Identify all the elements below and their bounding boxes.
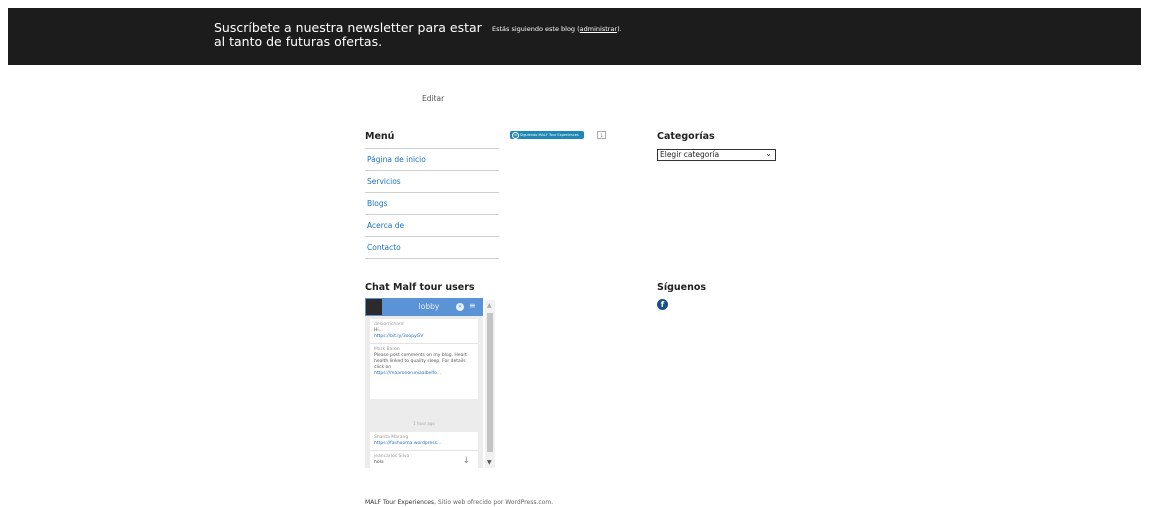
- scrollbar-thumb[interactable]: [487, 313, 493, 452]
- scroll-up-icon[interactable]: ▲: [487, 302, 492, 309]
- chat-widget: lobby ✕ ≡ desiorrichard Hi... https://bi…: [365, 298, 497, 468]
- message-link[interactable]: https://bit.ly/3oopyGV: [374, 334, 474, 340]
- message-group: Shanta Marang https://fashuoma.wordpress…: [370, 432, 478, 468]
- chat-message: Shanta Marang https://fashuoma.wordpress…: [370, 432, 478, 450]
- menu-icon[interactable]: ≡: [469, 301, 476, 310]
- message-text: hola: [374, 460, 384, 465]
- menu-item-about[interactable]: Acerca de: [365, 214, 499, 236]
- menu-title: Menú: [365, 131, 395, 142]
- chat-messages[interactable]: desiorrichard Hi... https://bit.ly/3oopy…: [365, 316, 483, 468]
- message-link[interactable]: https://fashuoma.wordpress...: [374, 441, 474, 447]
- chevron-down-icon: ⌄: [765, 149, 772, 158]
- chat-message: Mark Baron Please post comments on my bl…: [370, 344, 478, 380]
- footer-site-link[interactable]: MALF Tour Experiences: [365, 499, 434, 506]
- wordpress-icon: W: [512, 132, 519, 139]
- following-suffix: ).: [617, 25, 622, 33]
- following-prefix: Estás siguiendo este blog (: [492, 25, 580, 33]
- chat-message: jeancarlos Silva hola ↓: [370, 451, 478, 469]
- menu-list: Página de inicio Servicios Blogs Acerca …: [365, 148, 499, 259]
- edit-link[interactable]: Editar: [422, 94, 444, 103]
- avatar: [366, 299, 382, 315]
- facebook-icon[interactable]: f: [657, 299, 668, 310]
- menu-item-contact[interactable]: Contacto: [365, 236, 499, 259]
- following-button-label: Siguiendo MALF Tour Experiences: [520, 133, 579, 137]
- following-button[interactable]: W Siguiendo MALF Tour Experiences: [510, 131, 584, 139]
- message-text: Please post comments on my blog. Heart h…: [374, 353, 467, 370]
- newsletter-text: Suscríbete a nuestra newsletter para est…: [214, 20, 482, 49]
- menu-item-home[interactable]: Página de inicio: [365, 148, 499, 170]
- top-banner: Suscríbete a nuestra newsletter para est…: [8, 8, 1141, 65]
- message-link[interactable]: https://maaronoruniaalbelfo...: [374, 371, 474, 377]
- social-title: Síguenos: [657, 282, 707, 293]
- following-notice: Estás siguiendo este blog (administrar).: [492, 25, 622, 33]
- menu-item-blogs[interactable]: Blogs: [365, 192, 499, 214]
- time-separator: 1 hour ago: [413, 421, 435, 426]
- manage-link[interactable]: administrar: [580, 25, 617, 33]
- category-select[interactable]: Elegir categoría ⌄: [657, 149, 776, 161]
- chat-room-name: lobby: [418, 302, 440, 311]
- scroll-down-icon[interactable]: ▼: [487, 459, 492, 466]
- chat-header: lobby ✕ ≡: [365, 298, 483, 316]
- chat-message: desiorrichard Hi... https://bit.ly/3oopy…: [370, 319, 478, 343]
- menu-item-services[interactable]: Servicios: [365, 170, 499, 192]
- message-group: desiorrichard Hi... https://bit.ly/3oopy…: [370, 319, 478, 399]
- chat-title: Chat Malf tour users: [365, 282, 475, 293]
- close-icon[interactable]: ✕: [456, 303, 464, 311]
- scrollbar[interactable]: ▲ ▼: [485, 300, 495, 468]
- follower-count: 1: [597, 131, 606, 139]
- footer: MALF Tour Experiences, Sitio web ofrecid…: [365, 499, 553, 506]
- categories-title: Categorías: [657, 131, 715, 142]
- footer-powered-text: , Sitio web ofrecido por WordPress.com.: [434, 499, 554, 506]
- category-select-value: Elegir categoría: [660, 150, 720, 159]
- arrow-down-icon[interactable]: ↓: [462, 457, 470, 466]
